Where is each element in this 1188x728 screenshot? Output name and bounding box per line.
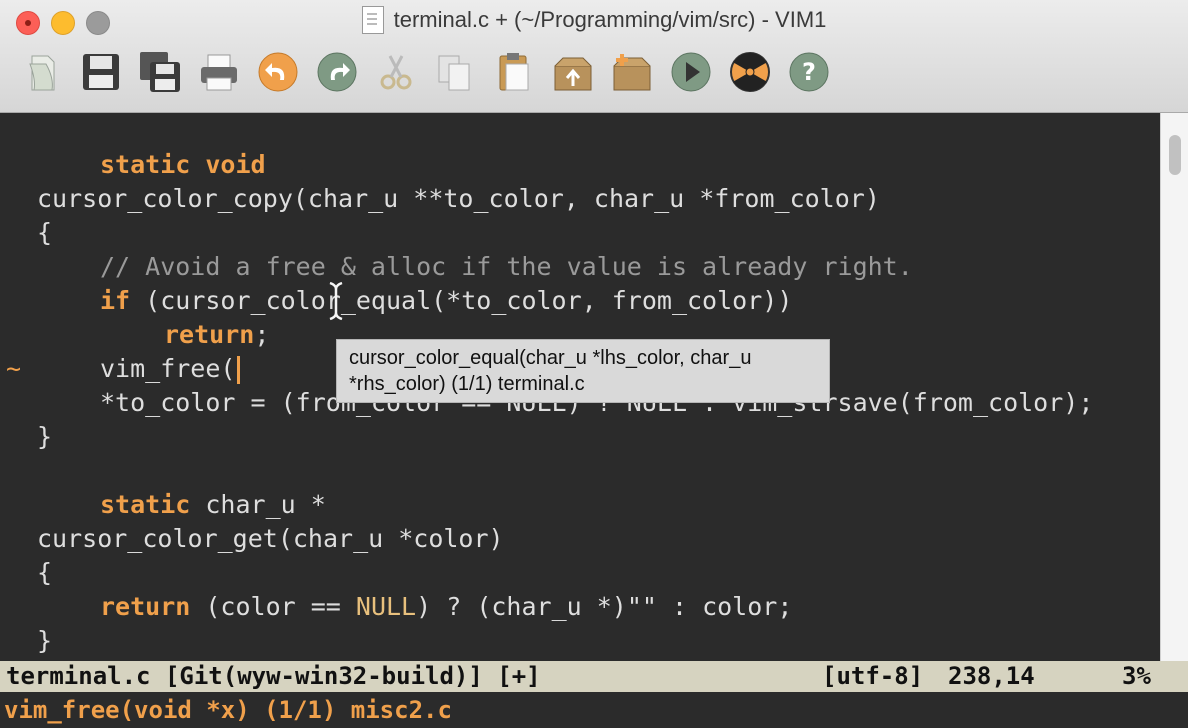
code-line: } (37, 626, 53, 655)
status-filename: terminal.c [Git(wyw-win32-build)] [+] (6, 662, 541, 690)
text-cursor (237, 356, 241, 384)
code-line: cursor_color_copy(char_u **to_color, cha… (37, 184, 880, 213)
load-session-icon[interactable] (551, 50, 595, 94)
code-line: return (color == NULL) ? (char_u *)"" : … (100, 592, 793, 621)
status-line-pad (1160, 661, 1188, 692)
make-icon[interactable] (728, 50, 772, 94)
help-icon[interactable]: ? (787, 50, 831, 94)
completion-tooltip: cursor_color_equal(char_u *lhs_color, ch… (336, 339, 830, 403)
ibeam-cursor-icon (329, 281, 343, 321)
undo-icon[interactable] (256, 50, 300, 94)
vim-window: terminal.c + (~/Programming/vim/src) - V… (0, 0, 1188, 728)
code-comment: // Avoid a free & alloc if the value is … (100, 252, 913, 281)
code-line-current: vim_free( (100, 352, 241, 386)
code-line: static char_u * (100, 490, 326, 519)
cut-icon[interactable] (374, 50, 418, 94)
copy-icon[interactable] (433, 50, 477, 94)
code-line: { (37, 218, 53, 247)
tooltip-line: *rhs_color) (1/1) terminal.c (349, 373, 585, 395)
save-session-icon[interactable] (610, 50, 654, 94)
code-line: return; (164, 320, 270, 349)
code-line: cursor_color_get(char_u *color) (37, 524, 504, 553)
window-chrome: terminal.c + (~/Programming/vim/src) - V… (0, 0, 1188, 113)
toolbar: ? (20, 50, 831, 94)
command-line[interactable]: vim_free(void *x) (1/1) misc2.c (0, 692, 1188, 728)
document-icon[interactable] (361, 6, 384, 34)
status-encoding: [utf-8] (822, 662, 924, 690)
command-line-text: vim_free(void *x) (1/1) misc2.c (4, 696, 452, 724)
save-icon[interactable] (79, 50, 123, 94)
scrollbar-thumb[interactable] (1169, 135, 1181, 175)
code-line: { (37, 558, 53, 587)
window-title: terminal.c + (~/Programming/vim/src) - V… (393, 7, 827, 32)
status-line: terminal.c [Git(wyw-win32-build)] [+] [u… (0, 661, 1160, 692)
tooltip-line: cursor_color_equal(char_u *lhs_color, ch… (349, 347, 752, 369)
paste-icon[interactable] (492, 50, 536, 94)
save-all-icon[interactable] (138, 50, 182, 94)
redo-icon[interactable] (315, 50, 359, 94)
svg-text:?: ? (802, 58, 816, 86)
print-icon[interactable] (197, 50, 241, 94)
code-line: if (cursor_color_equal(*to_color, from_c… (100, 286, 793, 315)
vertical-scrollbar[interactable] (1160, 113, 1188, 661)
open-icon[interactable] (20, 50, 64, 94)
editor-area[interactable]: static void cursor_color_copy(char_u **t… (0, 113, 1160, 661)
run-script-icon[interactable] (669, 50, 713, 94)
status-percent: 3% (1122, 662, 1151, 690)
code-line: } (37, 422, 53, 451)
status-position: 238,14 (948, 662, 1035, 690)
code-line: static void (100, 150, 266, 179)
tilde-marker: ~ (6, 354, 22, 383)
title-bar: terminal.c + (~/Programming/vim/src) - V… (0, 6, 1188, 34)
